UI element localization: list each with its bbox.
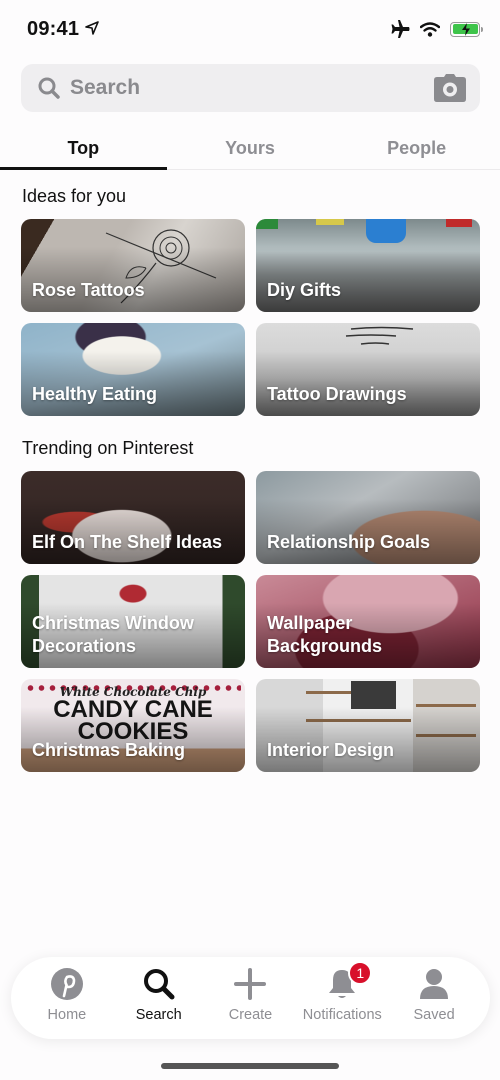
search-input[interactable]: Search (21, 64, 480, 112)
trending-tile-christmas-window[interactable]: Christmas Window Decorations (21, 575, 245, 668)
trending-grid: Elf On The Shelf Ideas Relationship Goal… (21, 471, 480, 772)
tile-label: Elf On The Shelf Ideas (32, 532, 223, 552)
nav-search[interactable]: Search (114, 967, 204, 1023)
nav-create[interactable]: Create (205, 967, 295, 1023)
section-title-trending: Trending on Pinterest (22, 438, 194, 458)
tab-yours[interactable]: Yours (167, 128, 334, 169)
tile-label: Interior Design (267, 740, 395, 760)
camera-icon[interactable] (434, 74, 466, 102)
nav-saved[interactable]: Saved (389, 967, 479, 1023)
home-indicator[interactable] (161, 1063, 339, 1069)
trending-tile-interior-design[interactable]: Interior Design (256, 679, 480, 772)
tile-label: Wallpaper Backgrounds (267, 613, 383, 656)
idea-tile-tattoo-drawings[interactable]: Tattoo Drawings (256, 323, 480, 416)
tab-top[interactable]: Top (0, 128, 167, 170)
tile-label: Relationship Goals (267, 532, 431, 552)
status-time: 09:41 (27, 18, 80, 40)
bottom-nav: Home Search Create 1 Notifications Saved (11, 957, 490, 1039)
nav-notifications[interactable]: 1 Notifications (297, 961, 387, 1023)
wifi-icon (420, 21, 440, 37)
idea-tile-rose-tattoos[interactable]: Rose Tattoos (21, 219, 245, 312)
nav-label: Create (228, 1007, 273, 1023)
tab-people[interactable]: People (333, 128, 500, 169)
tile-label: Diy Gifts (267, 280, 342, 300)
trending-tile-christmas-baking[interactable]: White Chocolate Chip CANDY CANE COOKIES … (21, 679, 245, 772)
search-icon (38, 77, 60, 99)
trending-tile-relationship-goals[interactable]: Relationship Goals (256, 471, 480, 564)
decorative-dots (25, 685, 241, 691)
pinterest-logo-icon (50, 968, 83, 1000)
idea-tile-diy-gifts[interactable]: Diy Gifts (256, 219, 480, 312)
tile-label: Christmas Window Decorations (32, 613, 194, 656)
search-placeholder: Search (70, 76, 141, 99)
sketch-lines-image (345, 326, 414, 345)
tile-label: Christmas Baking (32, 740, 186, 760)
battery-charging-icon (450, 21, 483, 37)
nav-label: Search (135, 1007, 182, 1023)
nav-home[interactable]: Home (22, 967, 112, 1023)
nav-label: Home (47, 1007, 87, 1023)
nav-label: Notifications (302, 1007, 382, 1023)
tile-label: Tattoo Drawings (267, 384, 407, 404)
search-icon (143, 969, 175, 1000)
location-arrow-icon (85, 21, 99, 35)
trending-tile-elf-on-the-shelf[interactable]: Elf On The Shelf Ideas (21, 471, 245, 564)
airplane-icon (391, 20, 410, 38)
nav-label: Saved (413, 1007, 455, 1023)
status-icons (390, 20, 483, 38)
ideas-grid: Rose Tattoos Diy Gifts Healthy Eating Ta… (21, 219, 480, 416)
section-title-ideas: Ideas for you (22, 186, 127, 206)
image-text-main: CANDY CANE COOKIES (53, 696, 213, 745)
image-text-top: White Chocolate Chip (59, 685, 207, 699)
trending-tile-wallpaper-backgrounds[interactable]: Wallpaper Backgrounds (256, 575, 480, 668)
notification-badge: 1 (348, 961, 373, 985)
tile-label: Rose Tattoos (32, 280, 145, 300)
plus-icon (234, 968, 267, 1000)
status-bar: 09:41 (0, 0, 500, 60)
tile-label: Healthy Eating (32, 384, 158, 404)
person-icon (420, 969, 449, 999)
search-tabs: Top Yours People (0, 128, 500, 170)
idea-tile-healthy-eating[interactable]: Healthy Eating (21, 323, 245, 416)
